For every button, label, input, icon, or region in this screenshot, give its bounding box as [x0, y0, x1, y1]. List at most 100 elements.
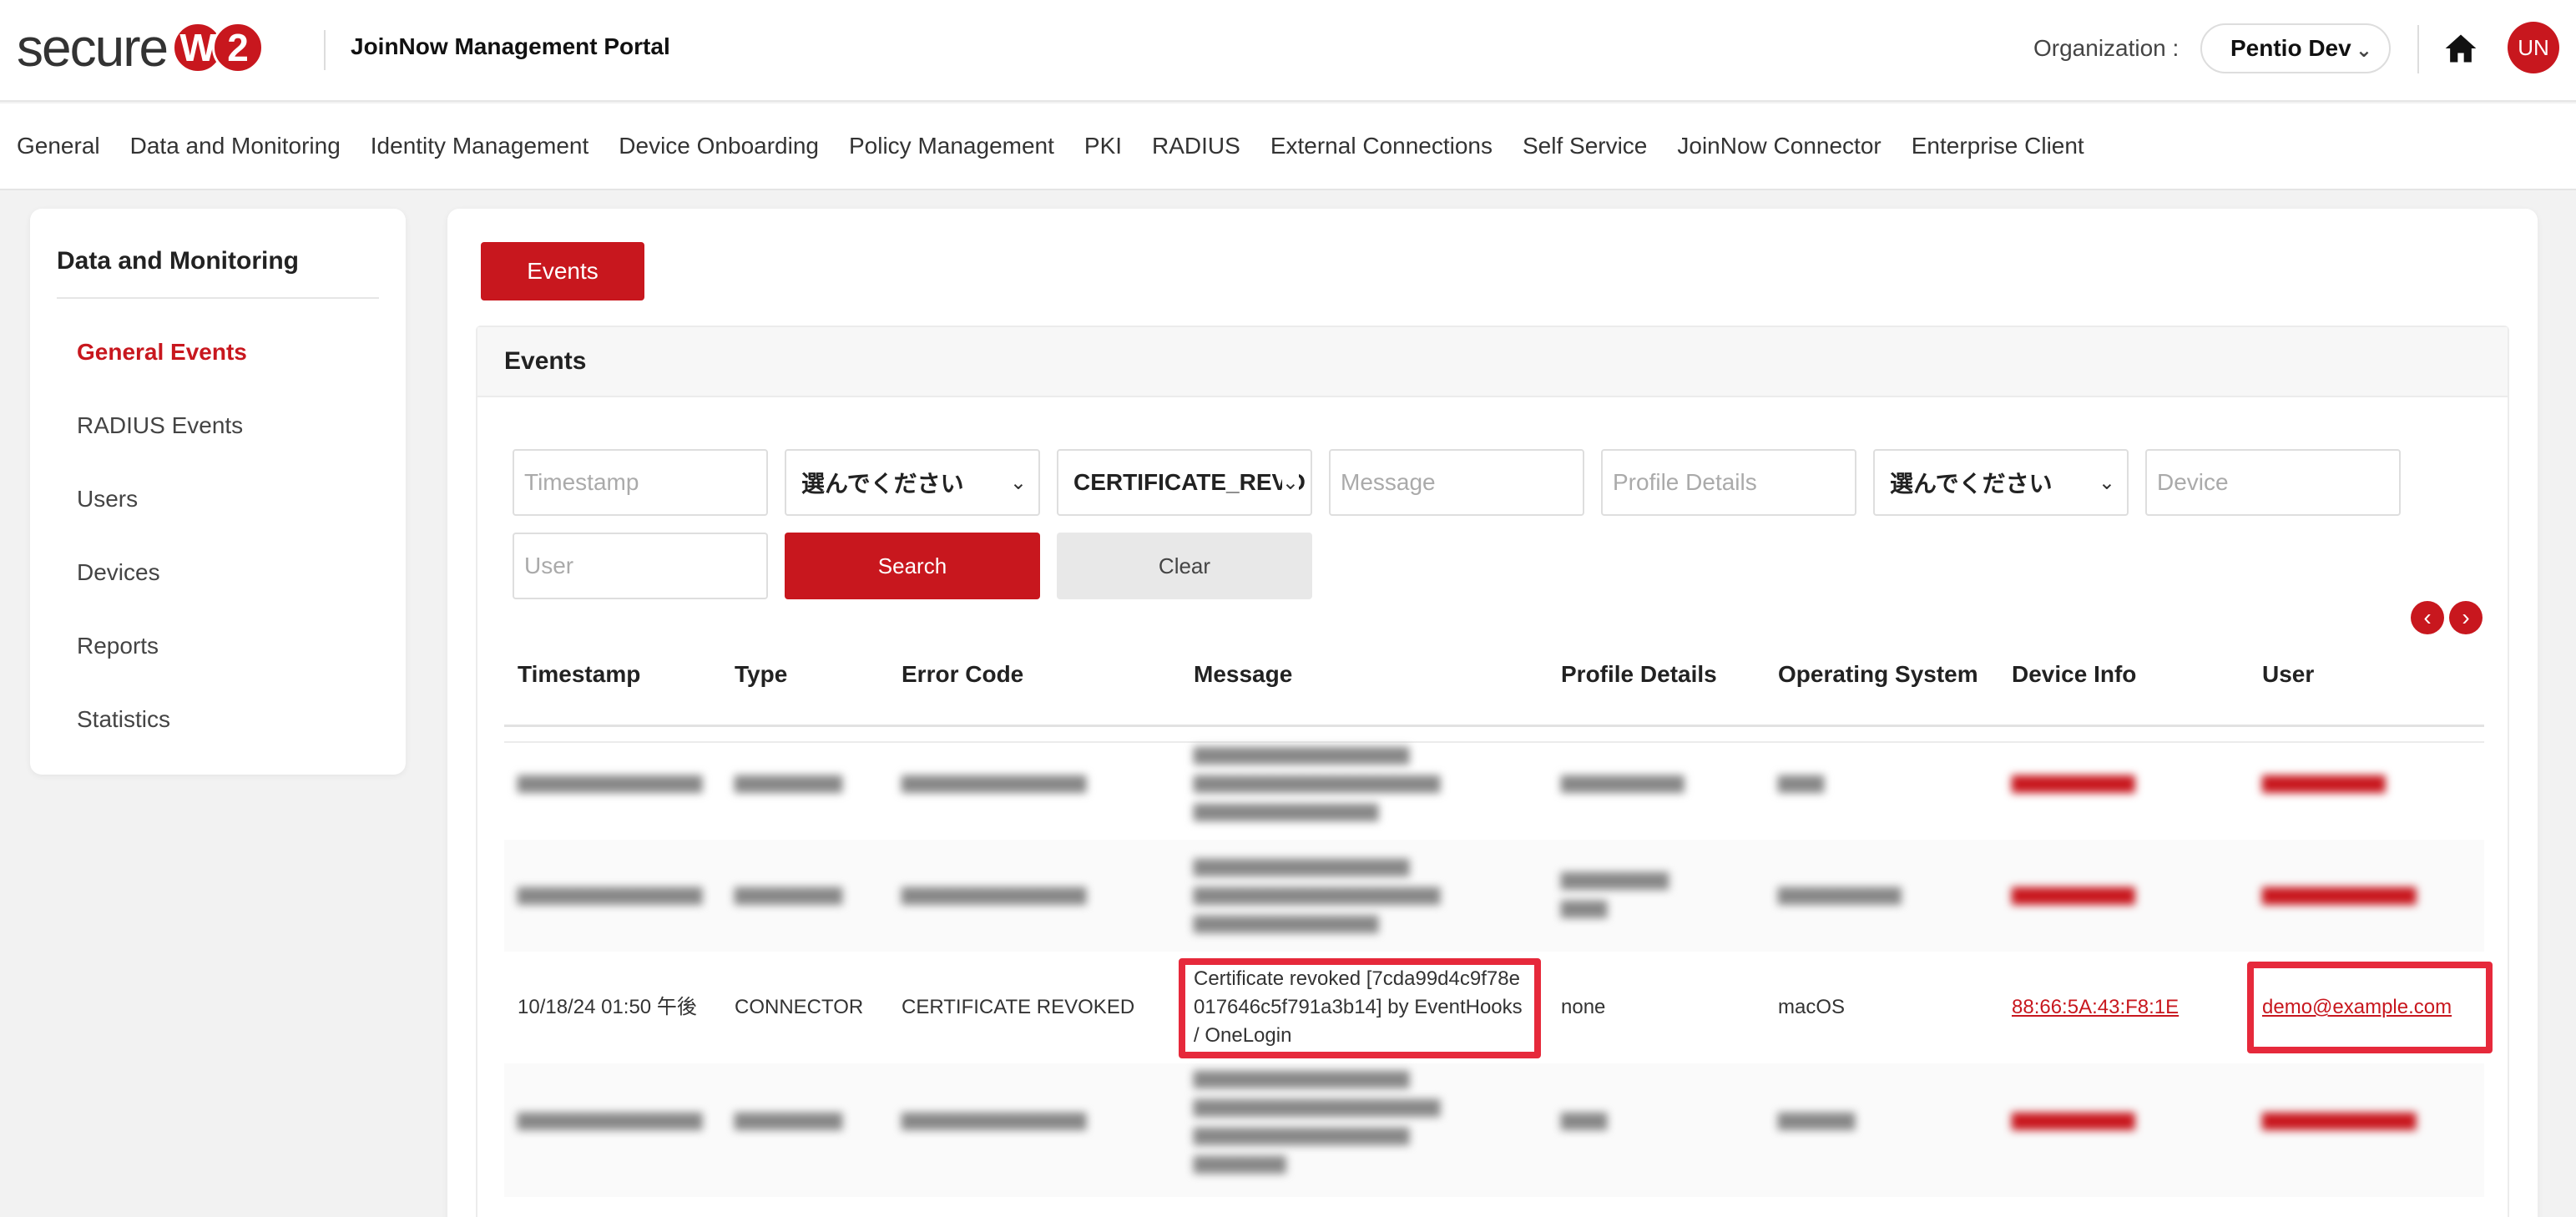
profile-details-filter-input[interactable]: Profile Details: [1601, 449, 1856, 516]
redacted-cell: ▆▆▆▆▆: [1778, 1108, 1856, 1130]
logo-wordmark: secure: [17, 18, 169, 78]
message-highlight-box: [1179, 958, 1541, 1058]
chevron-down-icon: ⌄: [1281, 471, 1299, 495]
redacted-cell: ▆▆▆▆▆▆▆▆: [2012, 1108, 2135, 1130]
table-row-redacted[interactable]: ▆▆▆▆▆▆▆▆▆▆▆▆ ▆▆▆▆▆▆▆ ▆▆▆▆▆▆▆▆▆▆▆▆ ▆▆▆▆▆▆…: [504, 728, 2484, 840]
chevron-down-icon: ⌄: [1009, 472, 1027, 494]
nav-item-identity-management[interactable]: Identity Management: [371, 133, 589, 159]
redacted-cell: ▆▆▆▆▆▆▆▆▆▆: [2262, 1108, 2417, 1130]
sidebar-title: Data and Monitoring: [57, 247, 299, 275]
sidebar-item-users[interactable]: Users: [77, 486, 138, 513]
redacted-cell: ▆▆▆▆▆▆▆▆▆▆▆▆: [902, 1108, 1087, 1130]
header-divider-right: [2417, 25, 2419, 73]
events-panel: Events Timestamp 選んでください ⌄ CERTIFICATE_R…: [476, 326, 2509, 1217]
column-header-device-info[interactable]: Device Info: [2012, 661, 2136, 688]
redacted-cell: ▆▆▆▆▆▆▆▆▆▆▆▆: [902, 770, 1087, 793]
column-header-timestamp[interactable]: Timestamp: [518, 661, 640, 688]
securew2-logo[interactable]: secure W 2: [17, 18, 265, 78]
redacted-cell: ▆▆▆▆▆▆▆▆: [2262, 770, 2386, 793]
redacted-cell: ▆▆▆▆▆▆▆▆: [2012, 770, 2135, 793]
os-filter-select[interactable]: 選んでください ⌄: [1873, 449, 2129, 516]
sidebar-item-reports[interactable]: Reports: [77, 633, 159, 659]
organization-select[interactable]: Pentio Dev ⌄: [2200, 23, 2391, 73]
redacted-cell: ▆▆▆▆▆▆▆: [735, 770, 843, 793]
nav-item-enterprise-client[interactable]: Enterprise Client: [1912, 133, 2084, 159]
sidebar-item-statistics[interactable]: Statistics: [77, 706, 170, 733]
type-filter-select[interactable]: 選んでください ⌄: [785, 449, 1040, 516]
redacted-cell: ▆▆▆▆▆▆▆: [735, 882, 843, 905]
nav-item-device-onboarding[interactable]: Device Onboarding: [619, 133, 819, 159]
chevron-down-icon: ⌄: [2098, 472, 2115, 494]
prev-page-button[interactable]: ‹: [2411, 601, 2444, 634]
organization-value: Pentio Dev: [2230, 35, 2351, 61]
cell-operating-system: macOS: [1778, 996, 1846, 1018]
redacted-cell: ▆▆▆▆▆▆▆▆▆▆▆▆▆▆ ▆▆▆▆▆▆▆▆▆▆▆▆▆▆▆▆ ▆▆▆▆▆▆▆▆▆▆…: [1194, 854, 1441, 933]
redacted-cell: ▆▆▆▆▆▆▆▆: [2012, 882, 2135, 905]
device-info-link[interactable]: 88:66:5A:43:F8:1E: [2012, 993, 2179, 1022]
cell-profile-details: none: [1561, 996, 1606, 1018]
column-header-type[interactable]: Type: [735, 661, 787, 688]
column-header-error-code[interactable]: Error Code: [902, 661, 1023, 688]
nav-item-self-service[interactable]: Self Service: [1523, 133, 1647, 159]
tab-events[interactable]: Events: [481, 242, 644, 300]
redacted-cell: ▆▆▆: [1561, 1108, 1608, 1130]
next-page-button[interactable]: ›: [2449, 601, 2483, 634]
nav-item-general[interactable]: General: [17, 133, 100, 159]
column-header-message[interactable]: Message: [1194, 661, 1292, 688]
redacted-cell: ▆▆▆▆▆▆▆▆▆▆▆▆: [518, 882, 703, 905]
user-filter-input[interactable]: User: [513, 533, 768, 599]
sidebar-item-devices[interactable]: Devices: [77, 559, 160, 586]
redacted-cell: ▆▆▆▆▆▆▆▆: [1561, 770, 1685, 793]
redacted-cell: ▆▆▆▆▆▆▆▆▆▆: [2262, 882, 2417, 905]
nav-item-policy-management[interactable]: Policy Management: [849, 133, 1054, 159]
type-filter-value: 選んでください: [801, 471, 964, 497]
redacted-cell: ▆▆▆▆▆▆▆▆: [1778, 882, 1902, 905]
table-row-redacted[interactable]: ▆▆▆▆▆▆▆▆▆▆▆▆ ▆▆▆▆▆▆▆ ▆▆▆▆▆▆▆▆▆▆▆▆ ▆▆▆▆▆▆…: [504, 840, 2484, 952]
sidebar-item-general-events[interactable]: General Events: [77, 339, 247, 366]
redacted-cell: ▆▆▆▆▆▆▆▆▆▆▆▆: [902, 882, 1087, 905]
nav-item-external-connections[interactable]: External Connections: [1270, 133, 1493, 159]
sidebar: Data and Monitoring General Events RADIU…: [30, 209, 406, 775]
organization-label: Organization :: [2033, 35, 2179, 61]
user-highlight-box: [2247, 962, 2493, 1053]
redacted-cell: ▆▆▆▆▆▆▆▆▆▆▆▆▆▆ ▆▆▆▆▆▆▆▆▆▆▆▆▆▆▆▆ ▆▆▆▆▆▆▆▆▆▆…: [1194, 1066, 1441, 1174]
error-code-filter-value: CERTIFICATE_REVO: [1073, 469, 1306, 495]
cell-timestamp: 10/18/24 01:50 午後: [518, 996, 697, 1018]
redacted-cell: ▆▆▆▆▆▆▆: [735, 1108, 843, 1130]
chevron-down-icon: ⌄: [2355, 39, 2372, 62]
device-filter-input[interactable]: Device: [2145, 449, 2401, 516]
search-button[interactable]: Search: [785, 533, 1040, 599]
nav-item-radius[interactable]: RADIUS: [1152, 133, 1240, 159]
column-header-user[interactable]: User: [2262, 661, 2314, 688]
main-content: Events Events Timestamp 選んでください ⌄ CERTIF…: [447, 209, 2538, 1217]
sidebar-divider: [57, 297, 379, 299]
sidebar-item-radius-events[interactable]: RADIUS Events: [77, 412, 243, 439]
portal-title: JoinNow Management Portal: [351, 33, 670, 59]
main-nav: General Data and Monitoring Identity Man…: [0, 104, 2576, 190]
table-row[interactable]: 10/18/24 01:50 午後 CONNECTOR CERTIFICATE …: [504, 952, 2493, 1063]
nav-item-data-and-monitoring[interactable]: Data and Monitoring: [130, 133, 341, 159]
clear-button[interactable]: Clear: [1057, 533, 1312, 599]
avatar[interactable]: UN: [2508, 22, 2559, 73]
table-row-redacted[interactable]: ▆▆▆▆▆▆▆▆▆▆▆▆ ▆▆▆▆▆▆▆ ▆▆▆▆▆▆▆▆▆▆▆▆ ▆▆▆▆▆▆…: [504, 1063, 2484, 1197]
cell-type: CONNECTOR: [735, 996, 864, 1018]
header-divider: [324, 30, 326, 70]
nav-item-pki[interactable]: PKI: [1084, 133, 1122, 159]
nav-item-joinnow-connector[interactable]: JoinNow Connector: [1677, 133, 1881, 159]
cell-error-code: CERTIFICATE REVOKED: [902, 996, 1135, 1018]
top-header: secure W 2 JoinNow Management Portal Org…: [0, 0, 2576, 102]
timestamp-filter-input[interactable]: Timestamp: [513, 449, 768, 516]
column-header-profile-details[interactable]: Profile Details: [1561, 661, 1717, 688]
panel-title: Events: [477, 327, 2508, 397]
os-filter-value: 選んでください: [1890, 471, 2053, 497]
redacted-cell: ▆▆▆▆▆▆▆▆▆▆▆▆: [518, 770, 703, 793]
message-filter-input[interactable]: Message: [1329, 449, 1584, 516]
table-header-divider: [504, 725, 2484, 727]
column-header-operating-system[interactable]: Operating System: [1778, 661, 1978, 688]
redacted-cell: ▆▆▆▆▆▆▆▆▆▆▆▆▆▆ ▆▆▆▆▆▆▆▆▆▆▆▆▆▆▆▆ ▆▆▆▆▆▆▆▆▆▆…: [1194, 742, 1441, 821]
redacted-cell: ▆▆▆▆▆▆▆▆▆▆▆▆: [518, 1108, 703, 1130]
redacted-cell: ▆▆▆▆▆▆▆▆▆▆: [1561, 867, 1669, 918]
error-code-filter-select[interactable]: CERTIFICATE_REVO ⌄: [1057, 449, 1312, 516]
home-icon[interactable]: [2442, 30, 2479, 67]
logo-badge: W 2: [172, 22, 265, 73]
